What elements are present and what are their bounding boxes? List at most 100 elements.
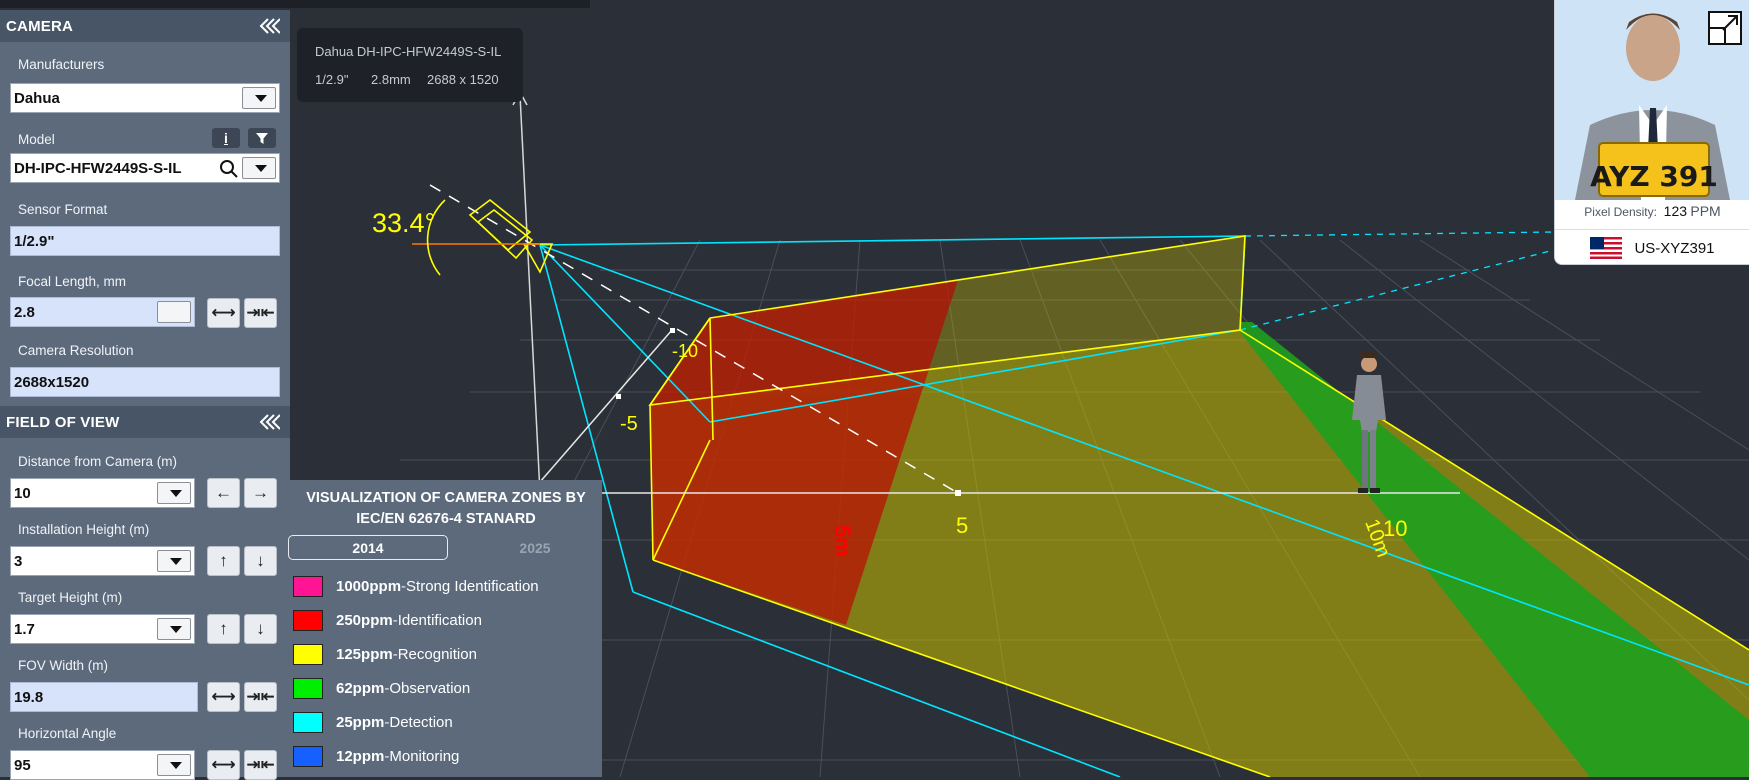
pixel-density-value: 123: [1663, 203, 1688, 219]
height-down-button[interactable]: ↓: [244, 546, 277, 576]
legend-ppm: 12ppm: [336, 747, 385, 765]
info-button[interactable]: i: [212, 128, 240, 148]
camera-info-resolution: 2688 x 1520: [427, 72, 499, 87]
expand-icon[interactable]: [1707, 10, 1743, 46]
height-up-button[interactable]: ↑: [207, 546, 240, 576]
camera-info-lens: 2.8mm: [371, 72, 411, 87]
distance-value: 10: [14, 484, 31, 502]
tick-label-minus5: -5: [620, 413, 638, 435]
target-up-button[interactable]: ↑: [207, 614, 240, 644]
plate-id-text: US-XYZ391: [1634, 239, 1715, 257]
arrow-right-icon: →: [252, 483, 269, 502]
tilt-angle-label: 33.4°: [372, 208, 435, 238]
camera-section-title: CAMERA: [6, 17, 74, 35]
chevron-down-icon[interactable]: [157, 618, 191, 640]
legend-swatch: [293, 677, 323, 699]
expand-width-button[interactable]: ⟷: [207, 298, 240, 328]
horizontal-angle-label: Horizontal Angle: [18, 726, 117, 741]
fov-width-value: 19.8: [10, 682, 198, 712]
distance-select[interactable]: 10: [10, 478, 195, 508]
filter-button[interactable]: [248, 128, 276, 148]
compress-arrows-icon: ⇥⇤: [246, 687, 275, 706]
chevron-down-icon[interactable]: [157, 301, 191, 323]
legend-swatch: [293, 711, 323, 733]
legend-title: VISUALIZATION OF CAMERA ZONES BY IEC/EN …: [290, 488, 602, 530]
fov-expand-button[interactable]: ⟷: [207, 682, 240, 712]
legend-swatch: [293, 609, 323, 631]
legend-item: 12ppm - Monitoring: [293, 743, 459, 769]
legend-item: 1000ppm - Strong Identification: [293, 573, 539, 599]
chevron-down-icon[interactable]: [157, 754, 191, 776]
arrow-left-icon: ←: [215, 483, 232, 502]
expand-arrows-icon: ⟷: [211, 687, 236, 706]
filter-icon: [256, 133, 268, 144]
distance-increase-button[interactable]: →: [244, 478, 277, 508]
expand-arrows-icon: ⟷: [211, 303, 236, 322]
horizontal-angle-select[interactable]: 95: [10, 750, 195, 780]
target-preview-card: AYZ 391 Pixel Density: 123 PPM US-XYZ391: [1554, 0, 1749, 265]
tab-2025[interactable]: 2025: [480, 535, 590, 560]
fov-section-header[interactable]: FIELD OF VIEW: [0, 406, 290, 438]
camera-resolution-value: 2688x1520: [10, 367, 280, 397]
camera-info-name: Dahua DH-IPC-HFW2449S-S-IL: [315, 44, 502, 59]
fov-compress-button[interactable]: ⇥⇤: [244, 682, 277, 712]
sensor-format-label: Sensor Format: [18, 202, 108, 217]
compress-width-button[interactable]: ⇥⇤: [244, 298, 277, 328]
pixel-density-label: Pixel Density:: [1584, 205, 1657, 219]
camera-info-box: Dahua DH-IPC-HFW2449S-S-IL 1/2.9" 2.8mm …: [297, 28, 523, 102]
distance-label: Distance from Camera (m): [18, 454, 178, 469]
pixel-density-unit: PPM: [1690, 203, 1721, 219]
camera-resolution-label: Camera Resolution: [18, 343, 134, 358]
info-icon: i: [224, 130, 228, 146]
model-label: Model: [18, 132, 55, 147]
tick-label-minus10: -10: [672, 341, 698, 361]
camera-info-sensor: 1/2.9": [315, 72, 349, 87]
manufacturers-label: Manufacturers: [18, 57, 105, 72]
tick-label-5: 5: [956, 513, 968, 538]
collapse-icon[interactable]: [256, 412, 280, 432]
target-height-value: 1.7: [14, 620, 35, 638]
search-icon[interactable]: [219, 159, 239, 179]
height-marker-2: [616, 394, 621, 399]
camera-pole: [519, 94, 541, 494]
chevron-down-icon[interactable]: [242, 87, 276, 109]
fov-width-label: FOV Width (m): [18, 658, 108, 673]
chevron-down-icon[interactable]: [242, 157, 276, 179]
expand-arrows-icon: ⟷: [211, 755, 236, 774]
left-sidebar: CAMERA Manufacturers Dahua Model i DH-IP…: [0, 10, 290, 780]
sensor-format-value: 1/2.9": [10, 226, 280, 256]
legend-swatch: [293, 643, 323, 665]
fov-section-title: FIELD OF VIEW: [6, 413, 120, 431]
legend-title-line1: VISUALIZATION OF CAMERA ZONES BY: [306, 490, 586, 506]
target-height-select[interactable]: 1.7: [10, 614, 195, 644]
compress-arrows-icon: ⇥⇤: [246, 755, 275, 774]
camera-section-header[interactable]: CAMERA: [0, 10, 290, 42]
target-down-button[interactable]: ↓: [244, 614, 277, 644]
legend-item: 125ppm - Recognition: [293, 641, 477, 667]
tab-2014[interactable]: 2014: [288, 535, 448, 560]
legend-label: Identification: [397, 611, 482, 629]
installation-height-select[interactable]: 3: [10, 546, 195, 576]
red-zone-distance-label: 5m: [830, 525, 855, 557]
legend-item: 62ppm - Observation: [293, 675, 470, 701]
legend-ppm: 125ppm: [336, 645, 393, 663]
chevron-down-icon[interactable]: [157, 482, 191, 504]
manufacturer-value: Dahua: [14, 89, 60, 107]
arrow-down-icon: ↓: [256, 619, 265, 638]
manufacturer-select[interactable]: Dahua: [10, 83, 280, 113]
distance-decrease-button[interactable]: ←: [207, 478, 240, 508]
legend-ppm: 25ppm: [336, 713, 385, 731]
horizontal-angle-value: 95: [14, 756, 31, 774]
focal-length-value: 2.8: [14, 303, 35, 321]
model-value: DH-IPC-HFW2449S-S-IL: [14, 159, 182, 177]
collapse-icon[interactable]: [256, 16, 280, 36]
model-select[interactable]: DH-IPC-HFW2449S-S-IL: [10, 153, 280, 183]
legend-ppm: 62ppm: [336, 679, 385, 697]
legend-title-line2: IEC/EN 62676-4 STANARD: [356, 511, 536, 527]
angle-expand-button[interactable]: ⟷: [207, 750, 240, 780]
chevron-down-icon[interactable]: [157, 550, 191, 572]
angle-compress-button[interactable]: ⇥⇤: [244, 750, 277, 780]
focal-length-select[interactable]: 2.8: [10, 297, 195, 327]
legend-label: Strong Identification: [406, 577, 539, 595]
pixel-density-row: Pixel Density: 123 PPM: [1555, 203, 1749, 219]
